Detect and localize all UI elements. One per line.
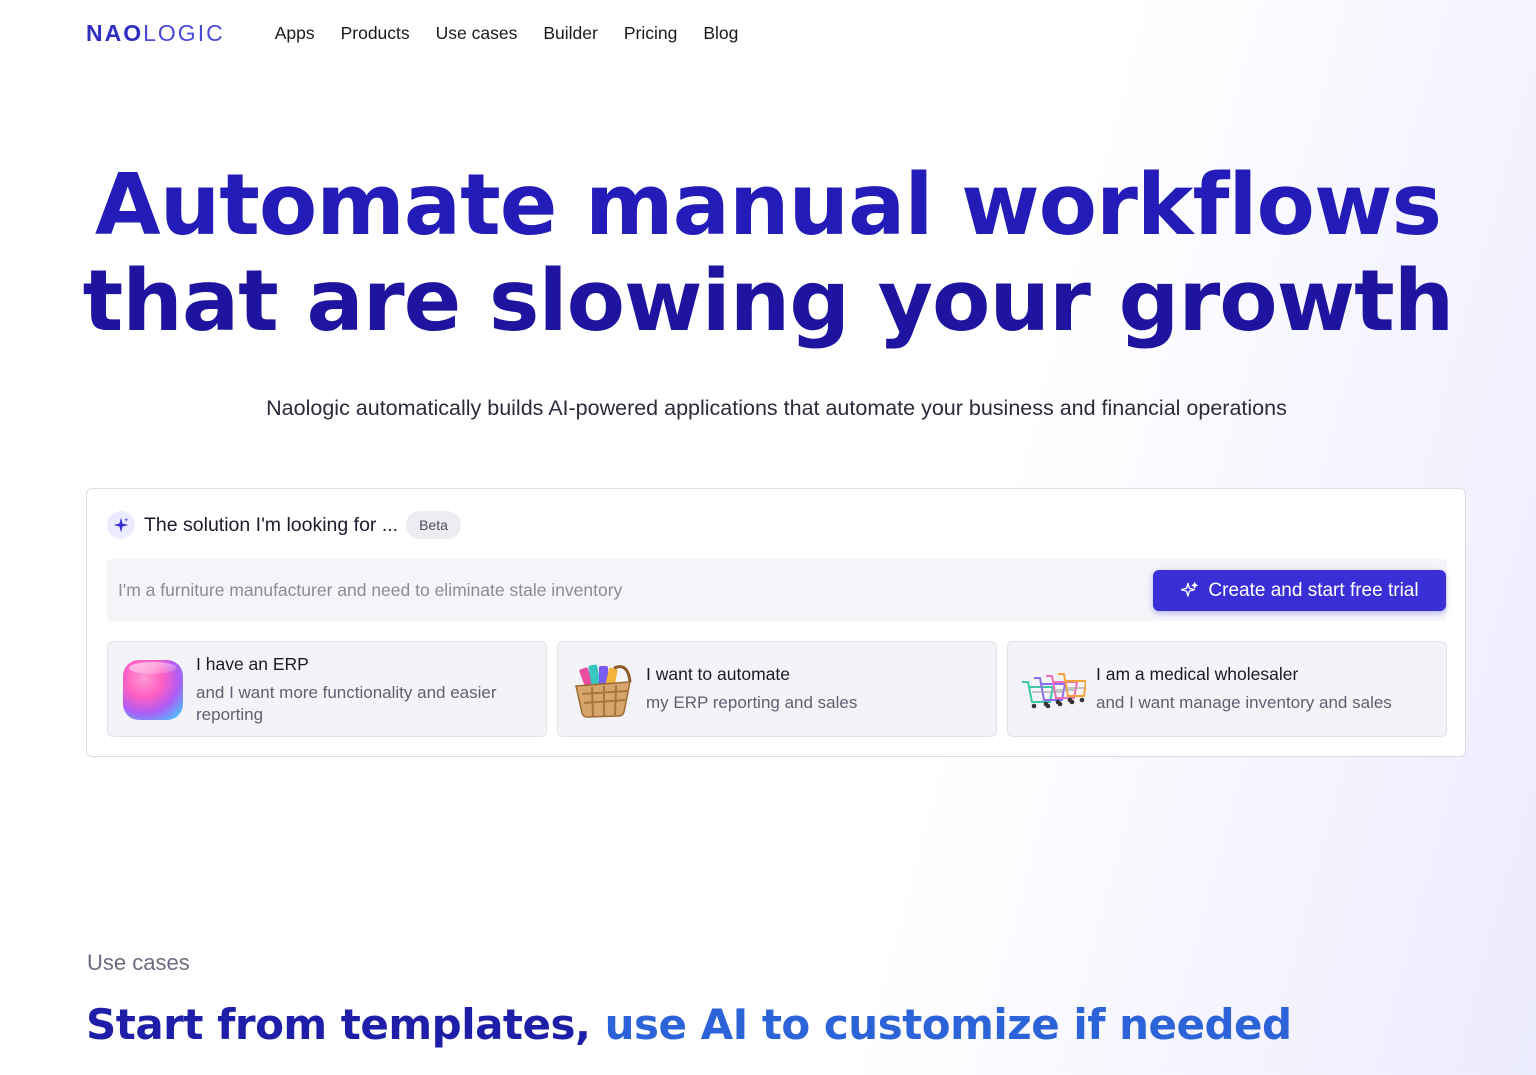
hero-title: Automate manual workflows that are slowi… [0, 158, 1536, 350]
hero-title-line2: that are slowing your growth [82, 252, 1455, 351]
logo-bold: NAO [86, 19, 144, 46]
logo-light: LOGIC [143, 19, 225, 46]
beta-badge: Beta [406, 511, 461, 539]
use-cases-label: Use cases [87, 950, 190, 975]
solution-options: I have an ERP and I want more functional… [107, 641, 1447, 737]
nav-item-products[interactable]: Products [341, 23, 410, 44]
hero-subtitle: Naologic automatically builds AI-powered… [266, 396, 1287, 420]
option-title: I am a medical wholesaler [1096, 664, 1299, 684]
hero-title-line1: Automate manual workflows [94, 156, 1442, 255]
shopping-carts-icon [1022, 673, 1086, 709]
nav-item-blog[interactable]: Blog [703, 23, 738, 44]
solution-finder-card: The solution I'm looking for ... Beta Cr… [86, 488, 1466, 757]
nav-item-builder[interactable]: Builder [543, 23, 597, 44]
top-nav: NAO LOGIC Apps Products Use cases Builder… [86, 14, 764, 52]
nav-menu: Apps Products Use cases Builder Pricing … [275, 23, 765, 44]
option-subtitle: and I want manage inventory and sales [1096, 693, 1392, 712]
option-subtitle: my ERP reporting and sales [646, 693, 858, 712]
prompt-row: Create and start free trial [107, 559, 1447, 621]
solution-prompt-input[interactable] [107, 559, 1137, 621]
option-want-automate[interactable]: I want to automate my ERP reporting and … [557, 641, 997, 737]
solution-finder-header: The solution I'm looking for ... Beta [107, 511, 461, 539]
create-start-trial-label: Create and start free trial [1208, 579, 1419, 601]
naologic-logo[interactable]: NAO LOGIC [86, 20, 225, 47]
sparkle-icon [107, 511, 135, 539]
option-title: I have an ERP [196, 654, 309, 674]
option-subtitle: and I want more functionality and easier… [196, 683, 497, 724]
solution-finder-label: The solution I'm looking for ... [144, 513, 399, 536]
option-text: I want to automate my ERP reporting and … [646, 664, 857, 714]
nav-item-pricing[interactable]: Pricing [624, 23, 678, 44]
shopping-basket-icon [575, 664, 632, 718]
option-text: I have an ERP and I want more functional… [196, 654, 546, 726]
nav-item-use-cases[interactable]: Use cases [436, 23, 518, 44]
option-title: I want to automate [646, 664, 790, 684]
create-start-trial-button[interactable]: Create and start free trial [1153, 570, 1446, 611]
erp-cube-icon [123, 660, 183, 720]
option-have-erp[interactable]: I have an ERP and I want more functional… [107, 641, 547, 737]
nav-item-apps[interactable]: Apps [275, 23, 315, 44]
option-medical-wholesaler[interactable]: I am a medical wholesaler and I want man… [1007, 641, 1447, 737]
use-cases-title: Start from templates, use AI to customiz… [86, 1000, 1292, 1049]
use-cases-title-part1: Start from templates, [86, 1000, 605, 1049]
option-text: I am a medical wholesaler and I want man… [1096, 664, 1392, 714]
use-cases-title-part2: use AI to customize if needed [604, 1000, 1293, 1049]
sparkles-icon [1181, 582, 1199, 597]
